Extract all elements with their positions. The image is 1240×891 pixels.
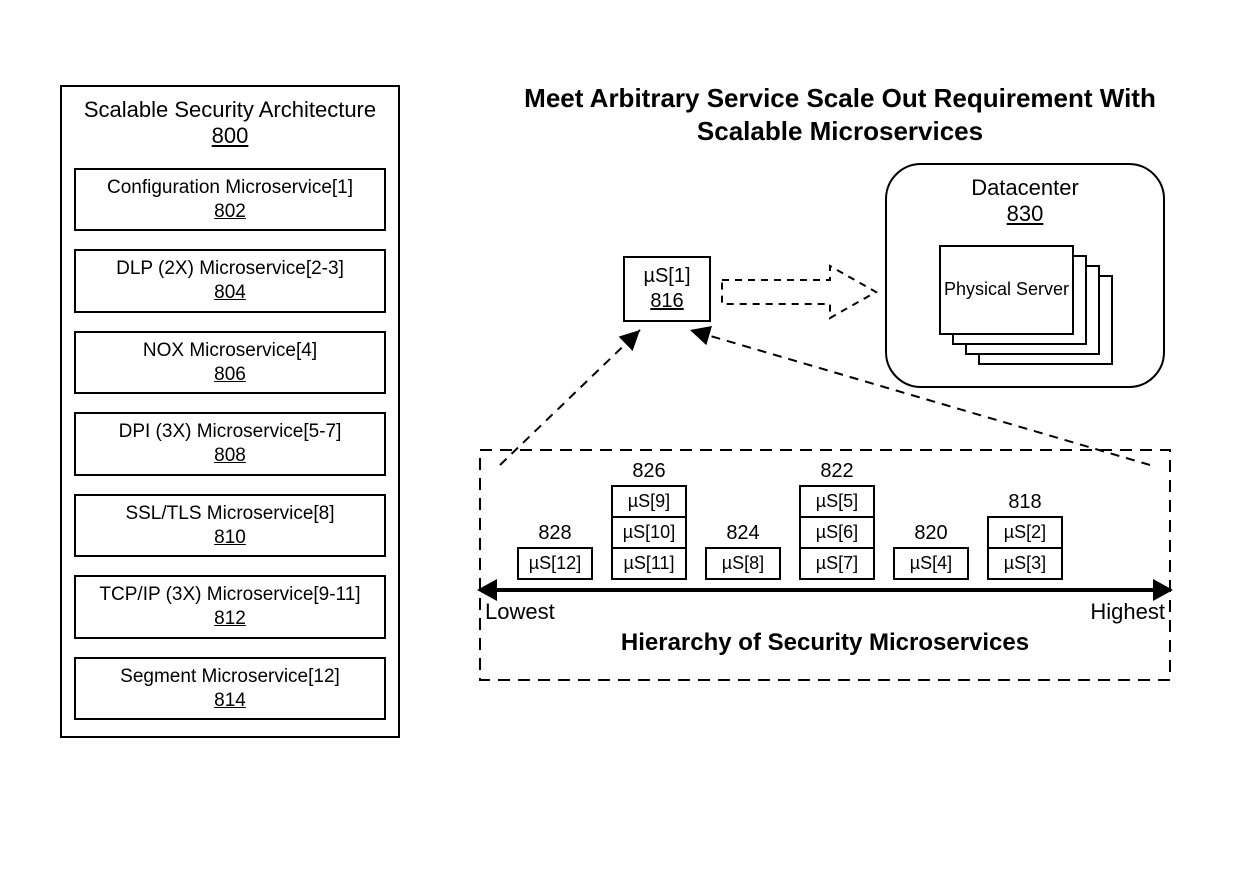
microservice-1-box: µS[1] 816 <box>623 256 711 322</box>
ms-label: TCP/IP (3X) Microservice[9-11] <box>99 584 360 605</box>
arch-ref: 800 <box>74 123 386 149</box>
ms-item-dlp: DLP (2X) Microservice[2-3] 804 <box>74 249 386 313</box>
ms-ref: 808 <box>80 444 380 468</box>
cell: µS[10] <box>611 516 687 549</box>
axis-label-highest: Highest <box>1090 599 1165 625</box>
cell: µS[5] <box>799 485 875 518</box>
hier-col-824: 824 µS[8] <box>705 522 781 580</box>
ms-item-ssl: SSL/TLS Microservice[8] 810 <box>74 494 386 558</box>
axis-label-lowest: Lowest <box>485 599 555 625</box>
ms-ref: 802 <box>80 200 380 224</box>
cell: µS[11] <box>611 547 687 580</box>
cell: µS[2] <box>987 516 1063 549</box>
ms-ref: 812 <box>80 607 380 631</box>
right-heading: Meet Arbitrary Service Scale Out Require… <box>480 82 1200 147</box>
col-ref: 822 <box>799 460 875 483</box>
ms-label: DPI (3X) Microservice[5-7] <box>119 421 342 442</box>
col-ref: 818 <box>987 491 1063 514</box>
cell: µS[7] <box>799 547 875 580</box>
ms-ref: 810 <box>80 526 380 550</box>
ms-ref: 806 <box>80 363 380 387</box>
col-ref: 824 <box>705 522 781 545</box>
col-ref: 828 <box>517 522 593 545</box>
arch-title-text: Scalable Security Architecture <box>84 97 376 122</box>
hierarchy-axis-icon <box>493 588 1157 592</box>
datacenter-ref: 830 <box>887 201 1163 227</box>
cell: µS[6] <box>799 516 875 549</box>
ms-label: Segment Microservice[12] <box>120 666 340 687</box>
ms-item-dpi: DPI (3X) Microservice[5-7] 808 <box>74 412 386 476</box>
ms-item-config: Configuration Microservice[1] 802 <box>74 168 386 232</box>
ms-item-nox: NOX Microservice[4] 806 <box>74 331 386 395</box>
diagram-canvas: Scalable Security Architecture 800 Confi… <box>0 0 1240 891</box>
datacenter-title-text: Datacenter <box>971 175 1079 200</box>
hierarchy-container: 828 µS[12] 826 µS[9] µS[10] µS[11] 824 µ… <box>475 320 1175 700</box>
cell: µS[8] <box>705 547 781 580</box>
arch-title: Scalable Security Architecture 800 <box>74 97 386 150</box>
cell: µS[9] <box>611 485 687 518</box>
deploy-arrow-icon <box>720 262 880 322</box>
ms-item-tcpip: TCP/IP (3X) Microservice[9-11] 812 <box>74 575 386 639</box>
cell: µS[12] <box>517 547 593 580</box>
col-ref: 820 <box>893 522 969 545</box>
us1-label: µS[1] <box>643 265 690 287</box>
ms-item-segment: Segment Microservice[12] 814 <box>74 657 386 721</box>
hierarchy-caption: Hierarchy of Security Microservices <box>475 629 1175 658</box>
ms-label: Configuration Microservice[1] <box>107 177 353 198</box>
cell: µS[3] <box>987 547 1063 580</box>
ms-label: DLP (2X) Microservice[2-3] <box>116 258 344 279</box>
hier-col-826: 826 µS[9] µS[10] µS[11] <box>611 460 687 580</box>
server-label: Physical Server <box>944 280 1069 300</box>
ms-ref: 814 <box>80 689 380 713</box>
hier-col-818: 818 µS[2] µS[3] <box>987 491 1063 580</box>
ms-ref: 804 <box>80 281 380 305</box>
cell: µS[4] <box>893 547 969 580</box>
hier-col-828: 828 µS[12] <box>517 522 593 580</box>
hier-col-820: 820 µS[4] <box>893 522 969 580</box>
scalable-security-architecture-panel: Scalable Security Architecture 800 Confi… <box>60 85 400 738</box>
us1-ref: 816 <box>627 289 707 314</box>
datacenter-title: Datacenter 830 <box>887 175 1163 227</box>
hier-col-822: 822 µS[5] µS[6] µS[7] <box>799 460 875 580</box>
col-ref: 826 <box>611 460 687 483</box>
ms-label: NOX Microservice[4] <box>143 340 317 361</box>
ms-label: SSL/TLS Microservice[8] <box>125 503 334 524</box>
